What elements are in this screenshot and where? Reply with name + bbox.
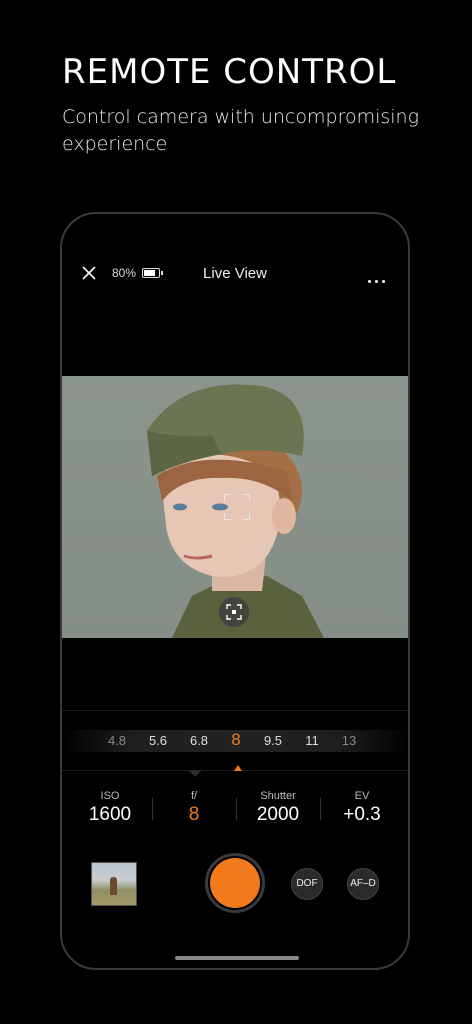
divider xyxy=(62,710,408,711)
ev-label: EV xyxy=(354,790,370,802)
aperture-value[interactable]: 13 xyxy=(342,733,356,748)
iso-param[interactable]: ISO 1600 xyxy=(68,790,152,826)
shutter-value: 2000 xyxy=(256,804,300,825)
aperture-param[interactable]: f/ 8 xyxy=(152,790,236,826)
exposure-params: ISO 1600 f/ 8 Shutter 2000 EV +0.3 xyxy=(62,790,408,834)
iso-label: ISO xyxy=(100,790,120,802)
phone-frame: 80% Live View 4.8 5.6 6.8 8 9.5 11 13 IS… xyxy=(60,212,410,970)
aperture-label: f/ xyxy=(190,790,198,802)
live-view-image[interactable] xyxy=(62,376,408,638)
af-mode-button[interactable]: AF–D xyxy=(347,868,379,900)
focus-icon xyxy=(226,604,242,620)
aperture-marker-icon xyxy=(234,765,242,771)
top-bar: 80% Live View xyxy=(62,258,408,288)
shutter-button[interactable] xyxy=(205,853,265,913)
last-photo-thumbnail[interactable] xyxy=(91,862,137,906)
aperture-value[interactable]: 5.6 xyxy=(149,733,167,748)
promo-headline: REMOTE CONTROL xyxy=(62,52,397,92)
dof-button[interactable]: DOF xyxy=(291,868,323,900)
focus-target-button[interactable] xyxy=(219,597,249,627)
bottom-controls: DOF AF–D xyxy=(62,853,408,924)
param-pointer-icon xyxy=(188,770,202,777)
aperture-value[interactable]: 4.8 xyxy=(108,733,126,748)
ev-param[interactable]: EV +0.3 xyxy=(320,790,404,826)
shutter-label: Shutter xyxy=(260,790,296,802)
shutter-button-core xyxy=(210,858,260,908)
iso-value: 1600 xyxy=(88,804,132,825)
ev-value: +0.3 xyxy=(343,804,381,825)
aperture-value[interactable]: 6.8 xyxy=(190,733,208,748)
screen-title: Live View xyxy=(203,265,267,282)
aperture-param-value: 8 xyxy=(188,804,200,825)
aperture-dial[interactable]: 4.8 5.6 6.8 8 9.5 11 13 xyxy=(62,730,408,752)
aperture-value-selected[interactable]: 8 xyxy=(231,730,240,750)
promo-subline: Control camera with uncompromising exper… xyxy=(62,106,420,155)
focus-frame xyxy=(224,494,250,520)
shutter-param[interactable]: Shutter 2000 xyxy=(236,790,320,826)
home-indicator[interactable] xyxy=(175,956,299,960)
aperture-value[interactable]: 11 xyxy=(305,733,319,748)
more-icon[interactable] xyxy=(368,270,390,283)
aperture-value[interactable]: 9.5 xyxy=(264,733,282,748)
